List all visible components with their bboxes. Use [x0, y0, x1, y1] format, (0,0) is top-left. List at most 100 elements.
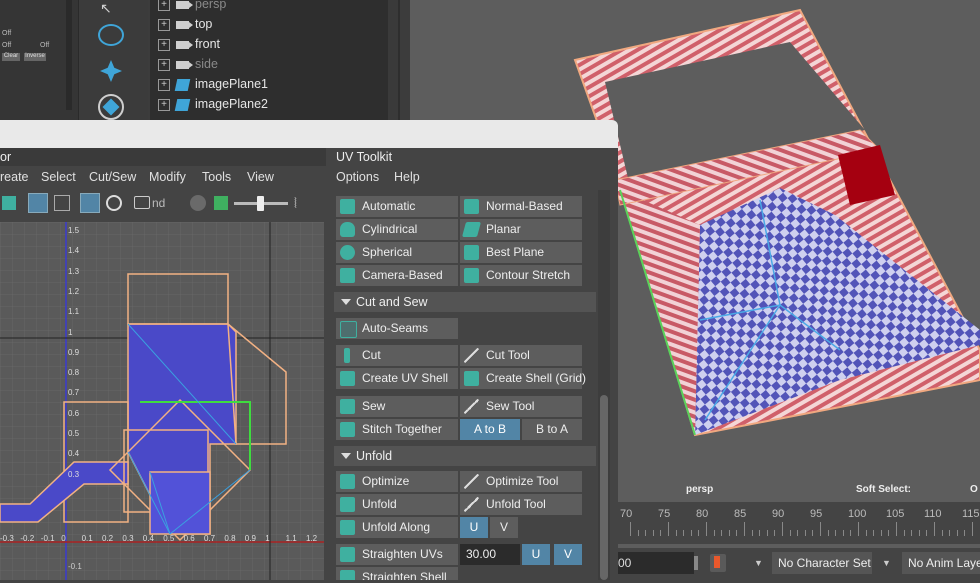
rgb-channels-icon[interactable] — [190, 195, 206, 211]
camera-icon[interactable] — [134, 196, 150, 209]
axis-u-label: 0 — [61, 534, 65, 543]
outliner-scrollbar[interactable] — [388, 0, 398, 120]
outliner-item[interactable]: +imagePlane2 — [158, 94, 268, 114]
straighten-angle-field[interactable]: 30.00 — [460, 544, 520, 565]
grid-icon[interactable] — [54, 195, 70, 211]
menu-options[interactable]: Options — [336, 166, 379, 188]
expand-icon[interactable]: + — [158, 19, 170, 31]
expand-icon[interactable]: + — [158, 79, 170, 91]
inverse-button[interactable]: Inverse — [24, 53, 46, 61]
current-frame-field[interactable]: 00 — [616, 552, 694, 574]
straighten-uvs-button[interactable]: Straighten UVs — [336, 544, 458, 565]
cut-tool-button[interactable]: Cut Tool — [460, 345, 582, 366]
outliner-item[interactable]: +front — [158, 34, 220, 54]
unfold-button[interactable]: Unfold — [336, 494, 458, 515]
frame-tick-minor — [942, 530, 943, 536]
straighten-u-toggle[interactable]: U — [522, 544, 550, 565]
axis-v-label: 1.2 — [68, 287, 79, 296]
button-label: Optimize — [362, 474, 409, 488]
pixel-snap-icon[interactable] — [80, 193, 100, 213]
uv-texture-canvas[interactable]: 1.51.41.31.21.110.90.80.70.60.50.40.3 -0… — [0, 222, 324, 580]
cut-and-sew-section-header[interactable]: Cut and Sew — [334, 292, 596, 312]
frame-tick-minor — [653, 530, 654, 536]
frame-tick-label: 110 — [924, 508, 942, 520]
b-to-a-toggle[interactable]: B to A — [522, 419, 582, 440]
outliner-item[interactable]: +imagePlane1 — [158, 74, 268, 94]
slider-handle[interactable] — [257, 196, 264, 211]
grid-toggle-icon[interactable] — [28, 193, 48, 213]
menu-help[interactable]: Help — [394, 166, 420, 188]
straighten-shell-icon — [340, 570, 355, 580]
uv-editor-tab[interactable]: or — [0, 148, 326, 168]
button-label: Straighten UVs — [362, 547, 443, 561]
optimize-button[interactable]: Optimize — [336, 471, 458, 492]
scrollbar[interactable] — [66, 0, 72, 110]
button-label: Unfold — [362, 497, 397, 511]
image-icon[interactable] — [214, 196, 228, 210]
anim-layer-dropdown[interactable]: No Anim Laye — [902, 552, 980, 574]
spherical-button[interactable]: Spherical — [336, 242, 458, 263]
auto-seams-button[interactable]: Auto-Seams — [336, 318, 458, 339]
menu-tools[interactable]: Tools — [202, 166, 231, 188]
optimize-icon — [340, 474, 355, 489]
expand-icon[interactable]: + — [158, 0, 170, 11]
unfold-section-header[interactable]: Unfold — [334, 446, 596, 466]
button-label: Unfold Along — [362, 520, 430, 534]
sew-button[interactable]: Sew — [336, 396, 458, 417]
stitch-together-button[interactable]: Stitch Together — [336, 419, 458, 440]
axis-v-label: 0.7 — [68, 388, 79, 397]
best-plane-button[interactable]: Best Plane — [460, 242, 582, 263]
a-to-b-toggle[interactable]: A to B — [460, 419, 520, 440]
menu-cut-sew[interactable]: Cut/Sew — [89, 166, 136, 188]
automatic-button[interactable]: Automatic — [336, 196, 458, 217]
button-label: Unfold Tool — [486, 497, 546, 511]
menu-view[interactable]: View — [247, 166, 274, 188]
expand-icon[interactable]: + — [158, 39, 170, 51]
normal-based-button[interactable]: Normal-Based — [460, 196, 582, 217]
uv-editor-titlebar[interactable] — [0, 120, 618, 148]
toolbar-more-icon[interactable]: ⦚ — [294, 195, 297, 212]
frame-stepper[interactable] — [694, 556, 698, 570]
dim-image-icon[interactable] — [106, 195, 122, 211]
unfold-tool-button[interactable]: Unfold Tool — [460, 494, 582, 515]
outliner-item[interactable]: +persp — [158, 0, 226, 14]
planar-button[interactable]: Planar — [460, 219, 582, 240]
chevron-down-icon[interactable]: ▼ — [882, 554, 892, 572]
sew-tool-button[interactable]: Sew Tool — [460, 396, 582, 417]
straighten-v-toggle[interactable]: V — [554, 544, 582, 565]
optimize-tool-button[interactable]: Optimize Tool — [460, 471, 582, 492]
frame-tick-minor — [752, 530, 753, 536]
menu-create[interactable]: reate — [0, 166, 29, 188]
cut-button[interactable]: Cut — [336, 345, 458, 366]
select-tool-icon[interactable]: ↖ — [100, 0, 122, 14]
expand-icon[interactable]: + — [158, 59, 170, 71]
create-shell-grid-button[interactable]: Create Shell (Grid) — [460, 368, 582, 389]
button-label: Cut Tool — [486, 348, 530, 362]
unfold-along-button[interactable]: Unfold Along — [336, 517, 458, 538]
expand-icon[interactable]: + — [158, 99, 170, 111]
frame-tick-label: 80 — [696, 508, 708, 520]
unfold-along-u-toggle[interactable]: U — [460, 517, 488, 538]
unfold-along-v-toggle[interactable]: V — [490, 517, 518, 538]
move-tool-icon[interactable] — [100, 60, 122, 82]
axis-u-label: -0.1 — [41, 534, 55, 543]
cylindrical-button[interactable]: Cylindrical — [336, 219, 458, 240]
outliner-item[interactable]: +side — [158, 54, 218, 74]
key-icon[interactable] — [710, 554, 726, 572]
character-set-dropdown[interactable]: No Character Set — [772, 552, 872, 574]
lasso-tool-icon[interactable] — [98, 24, 124, 46]
contour-stretch-button[interactable]: Contour Stretch — [460, 265, 582, 286]
rotate-tool-icon[interactable] — [98, 94, 124, 120]
chevron-down-icon[interactable]: ▼ — [754, 554, 764, 572]
outliner-item[interactable]: +top — [158, 14, 212, 34]
menu-select[interactable]: Select — [41, 166, 76, 188]
scrollbar-thumb[interactable] — [600, 395, 608, 580]
clear-button[interactable]: Clear — [2, 53, 20, 61]
toolbar-text: nd — [152, 196, 165, 210]
camera-based-button[interactable]: Camera-Based — [336, 265, 458, 286]
menu-modify[interactable]: Modify — [149, 166, 186, 188]
straighten-shell-button[interactable]: Straighten Shell — [336, 567, 458, 580]
uv-toolkit-tab[interactable]: UV Toolkit — [328, 148, 400, 166]
create-uv-shell-button[interactable]: Create UV Shell — [336, 368, 458, 389]
shell-icon[interactable] — [2, 196, 16, 210]
